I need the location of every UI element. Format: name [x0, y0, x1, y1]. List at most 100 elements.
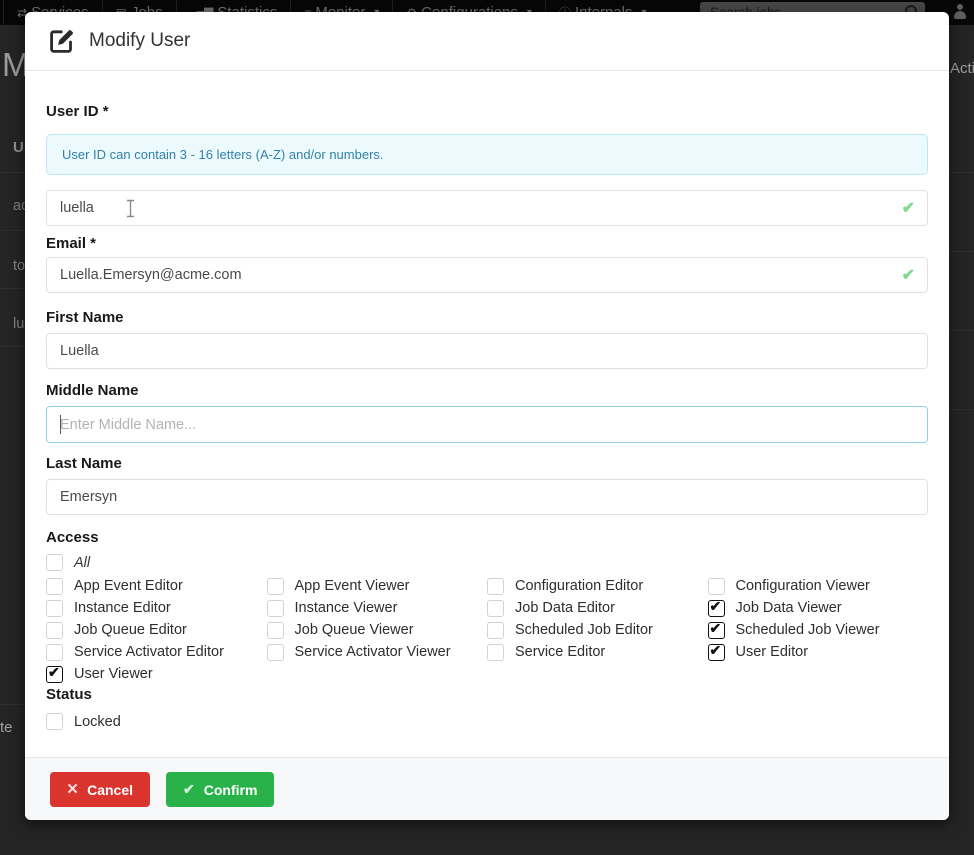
status-item-locked[interactable]: Locked — [46, 713, 928, 730]
email-label: Email * — [46, 236, 928, 252]
confirm-button[interactable]: ✔ Confirm — [166, 772, 274, 807]
modal-title: Modify User — [89, 30, 190, 52]
checkbox[interactable] — [267, 600, 284, 617]
access-item-scheduled-job-editor[interactable]: Scheduled Job Editor — [487, 622, 708, 639]
close-icon: × — [67, 780, 78, 799]
checkbox-label: Scheduled Job Editor — [515, 622, 653, 638]
checkbox-label: Service Editor — [515, 644, 605, 660]
access-item-configuration-editor[interactable]: Configuration Editor — [487, 578, 708, 595]
access-item-app-event-viewer[interactable]: App Event Viewer — [267, 578, 488, 595]
middle-name-field[interactable] — [46, 406, 928, 443]
table-row-divider — [949, 251, 974, 252]
checkbox-label: Configuration Editor — [515, 578, 643, 594]
access-item-instance-viewer[interactable]: Instance Viewer — [267, 600, 488, 617]
modal-header: Modify User — [25, 12, 949, 71]
access-heading: Access — [46, 530, 928, 546]
edit-icon — [48, 28, 75, 55]
access-item-job-data-editor[interactable]: Job Data Editor — [487, 600, 708, 617]
checkbox-label: User Viewer — [74, 666, 153, 682]
checkbox[interactable] — [267, 622, 284, 639]
checkbox-label: App Event Editor — [74, 578, 183, 594]
checkbox[interactable] — [46, 713, 63, 730]
checkbox-label: Scheduled Job Viewer — [736, 622, 880, 638]
checkbox[interactable] — [487, 644, 504, 661]
text-caret — [60, 415, 61, 434]
modal-footer: × Cancel ✔ Confirm — [25, 757, 949, 820]
confirm-button-label: Confirm — [204, 782, 258, 798]
access-item-job-queue-viewer[interactable]: Job Queue Viewer — [267, 622, 488, 639]
checkbox[interactable] — [487, 600, 504, 617]
table-row-divider — [0, 288, 25, 289]
checkbox-label: Configuration Viewer — [736, 578, 870, 594]
modify-user-modal: Modify User User ID * User ID can contai… — [25, 12, 949, 820]
table-row-divider — [0, 172, 25, 173]
checkbox-label: Service Activator Editor — [74, 644, 224, 660]
last-name-label: Last Name — [46, 456, 928, 472]
table-row-divider — [0, 230, 25, 231]
actions-button-fragment: Actio — [950, 60, 974, 77]
checkbox-label: Service Activator Viewer — [295, 644, 451, 660]
table-row-divider — [949, 172, 974, 173]
checkbox-label: Job Data Editor — [515, 600, 615, 616]
checkbox-label: App Event Viewer — [295, 578, 410, 594]
checkbox[interactable] — [708, 578, 725, 595]
checkbox[interactable] — [267, 644, 284, 661]
checkbox[interactable] — [46, 666, 63, 683]
shuffle-icon: ⇄ — [17, 7, 25, 19]
access-item-user-editor[interactable]: User Editor — [708, 644, 929, 661]
checkbox-label: All — [74, 555, 90, 571]
checkbox[interactable] — [46, 622, 63, 639]
valid-check-icon: ✔ — [902, 265, 915, 285]
checkbox-label: Job Data Viewer — [736, 600, 842, 616]
checkbox-label: Locked — [74, 714, 121, 730]
first-name-label: First Name — [46, 310, 928, 326]
middle-name-label: Middle Name — [46, 383, 928, 399]
checkbox[interactable] — [46, 554, 63, 571]
access-item-job-data-viewer[interactable]: Job Data Viewer — [708, 600, 929, 617]
user-id-label: User ID * — [46, 104, 928, 120]
checkbox[interactable] — [487, 622, 504, 639]
table-row-divider — [949, 330, 974, 331]
access-item-service-activator-viewer[interactable]: Service Activator Viewer — [267, 644, 488, 661]
checkbox[interactable] — [708, 600, 725, 617]
checkbox[interactable] — [46, 600, 63, 617]
valid-check-icon: ✔ — [902, 198, 915, 218]
checkbox-label: Job Queue Viewer — [295, 622, 414, 638]
last-name-field[interactable] — [46, 479, 928, 515]
user-icon[interactable] — [953, 4, 967, 19]
access-item-user-viewer[interactable]: User Viewer — [46, 666, 267, 683]
checkbox[interactable] — [46, 644, 63, 661]
checkbox[interactable] — [267, 578, 284, 595]
email-field[interactable] — [46, 257, 928, 293]
checkbox[interactable] — [46, 578, 63, 595]
table-row-divider — [0, 704, 25, 705]
check-icon: ✔ — [183, 781, 195, 798]
checkbox[interactable] — [708, 622, 725, 639]
table-row-divider — [949, 409, 974, 410]
access-item-all[interactable]: All — [46, 554, 928, 571]
text-cursor-icon — [125, 199, 136, 223]
user-id-input[interactable] — [46, 190, 928, 226]
cancel-button[interactable]: × Cancel — [50, 772, 150, 807]
table-row-divider — [0, 346, 25, 347]
checkbox-label: Job Queue Editor — [74, 622, 187, 638]
checkbox-label: Instance Viewer — [295, 600, 398, 616]
access-item-scheduled-job-viewer[interactable]: Scheduled Job Viewer — [708, 622, 929, 639]
checkbox[interactable] — [708, 644, 725, 661]
user-id-hint-alert: User ID can contain 3 - 16 letters (A-Z)… — [46, 134, 928, 175]
modal-body: User ID * User ID can contain 3 - 16 let… — [25, 104, 949, 730]
access-item-service-editor[interactable]: Service Editor — [487, 644, 708, 661]
access-item-job-queue-editor[interactable]: Job Queue Editor — [46, 622, 267, 639]
checkbox-label: User Editor — [736, 644, 809, 660]
cancel-button-label: Cancel — [87, 782, 133, 798]
access-item-service-activator-editor[interactable]: Service Activator Editor — [46, 644, 267, 661]
access-item-configuration-viewer[interactable]: Configuration Viewer — [708, 578, 929, 595]
access-item-app-event-editor[interactable]: App Event Editor — [46, 578, 267, 595]
status-heading: Status — [46, 687, 928, 703]
first-name-field[interactable] — [46, 333, 928, 369]
access-item-instance-editor[interactable]: Instance Editor — [46, 600, 267, 617]
background-text-fragment: te — [0, 719, 13, 736]
checkbox-label: Instance Editor — [74, 600, 171, 616]
access-checkbox-grid: App Event Editor App Event Viewer Configur… — [46, 575, 928, 685]
checkbox[interactable] — [487, 578, 504, 595]
